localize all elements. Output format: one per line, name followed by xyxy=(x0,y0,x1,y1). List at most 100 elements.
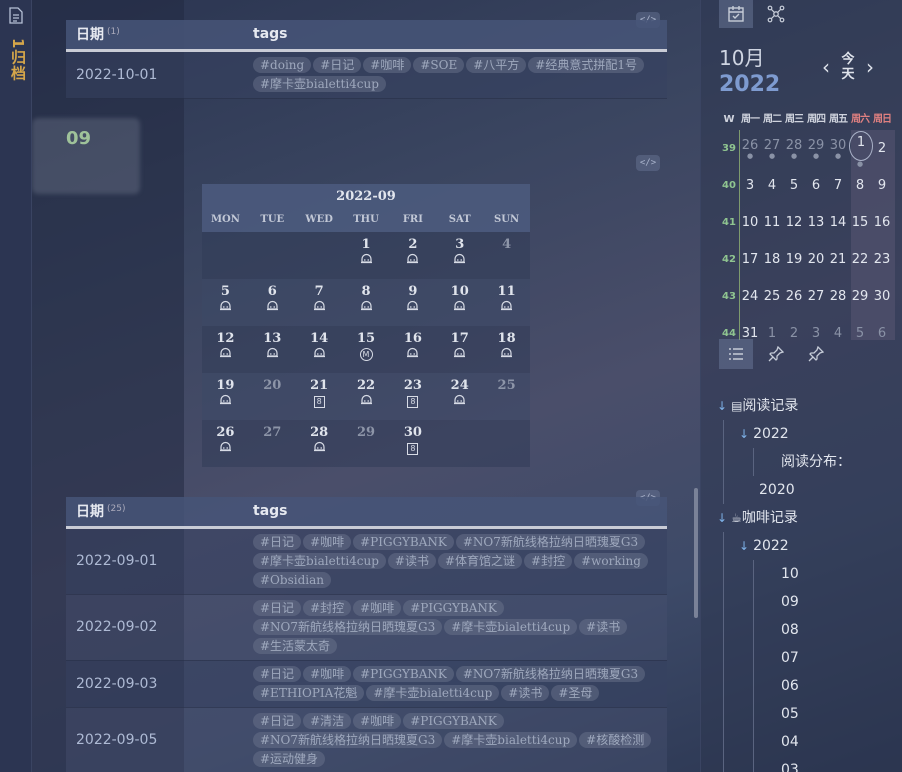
tree-item-month[interactable]: 10 xyxy=(717,560,902,588)
calendar-day[interactable]: 15 M xyxy=(343,326,390,373)
calendar-day[interactable]: 15 xyxy=(849,215,871,230)
main-scrollbar[interactable] xyxy=(694,488,698,618)
tag-pill[interactable]: #八平方 xyxy=(466,56,527,73)
calendar-day[interactable]: 4 xyxy=(761,178,783,193)
date-column-header[interactable]: 日期 (1) xyxy=(66,20,243,52)
calendar-day[interactable]: 21 xyxy=(827,252,849,267)
calendar-day[interactable]: 13 xyxy=(805,215,827,230)
calendar-day[interactable]: 23 xyxy=(871,252,893,267)
calendar-day[interactable]: 29 ● xyxy=(805,138,827,160)
calendar-day[interactable]: 25 xyxy=(761,289,783,304)
tag-pill[interactable]: #PIGGYBANK xyxy=(403,712,504,729)
tag-pill[interactable]: #咖啡 xyxy=(303,665,352,682)
date-cell[interactable]: 2022-09-02 xyxy=(66,594,243,661)
calendar-day[interactable]: 4 xyxy=(483,232,530,279)
calendar-day[interactable]: 11 xyxy=(483,279,530,326)
calendar-day[interactable]: 14 xyxy=(296,326,343,373)
calendar-day[interactable]: 24 xyxy=(436,373,483,420)
calendar-day[interactable]: 28 ● xyxy=(783,138,805,160)
calendar-day[interactable]: 17 xyxy=(739,252,761,267)
tag-pill[interactable]: #咖啡 xyxy=(303,533,352,550)
prev-month-button[interactable]: ‹ xyxy=(819,55,833,79)
tag-pill[interactable]: #日记 xyxy=(253,712,302,729)
calendar-day[interactable]: 6 xyxy=(249,279,296,326)
tree-item-coffee-2022[interactable]: ↓ 2022 xyxy=(717,532,902,560)
calendar-day[interactable]: 18 xyxy=(761,252,783,267)
calendar-day[interactable]: 21 8 xyxy=(296,373,343,420)
tag-pill[interactable]: #清洁 xyxy=(303,712,352,729)
calendar-day[interactable]: 27 xyxy=(805,289,827,304)
tag-pill[interactable]: #摩卡壶bialetti4cup xyxy=(444,731,578,748)
calendar-day[interactable]: 29 xyxy=(343,420,390,467)
calendar-day[interactable]: 9 xyxy=(389,279,436,326)
tree-item-reading-distribution[interactable]: 阅读分布： xyxy=(717,448,902,476)
tags-column-header[interactable]: tags xyxy=(243,497,667,529)
calendar-day[interactable]: 8 xyxy=(343,279,390,326)
tag-pill[interactable]: #咖啡 xyxy=(353,712,402,729)
tag-pill[interactable]: #运动健身 xyxy=(253,750,326,767)
file-icon[interactable] xyxy=(9,7,23,24)
graph-view-icon[interactable] xyxy=(759,0,793,28)
tree-item-month[interactable]: 05 xyxy=(717,700,902,728)
tag-pill[interactable]: #经典意式拼配1号 xyxy=(528,56,644,73)
today-button[interactable]: 今天 xyxy=(839,52,857,82)
calendar-day[interactable]: 30 8 xyxy=(389,420,436,467)
tree-item-reading[interactable]: ↓ ▤阅读记录 xyxy=(717,392,902,420)
tree-item-month[interactable]: 04 xyxy=(717,728,902,756)
tag-pill[interactable]: #PIGGYBANK xyxy=(353,665,454,682)
archive-tab-label[interactable]: 1归档 xyxy=(8,38,27,81)
tag-pill[interactable]: #读书 xyxy=(501,684,550,701)
calendar-day[interactable]: 11 xyxy=(761,215,783,230)
tag-pill[interactable]: #NO7新航线格拉纳日晒瑰夏G3 xyxy=(455,665,646,682)
calendar-day[interactable]: 20 xyxy=(249,373,296,420)
calendar-day[interactable]: 27 ● xyxy=(761,138,783,160)
tag-pill[interactable]: #咖啡 xyxy=(363,56,412,73)
tag-pill[interactable]: #封控 xyxy=(303,599,352,616)
tree-item-month[interactable]: 08 xyxy=(717,616,902,644)
tree-item-month[interactable]: 09 xyxy=(717,588,902,616)
tag-pill[interactable]: #Obsidian xyxy=(253,571,331,588)
tag-pill[interactable]: #圣母 xyxy=(551,684,600,701)
next-month-button[interactable]: › xyxy=(863,55,877,79)
calendar-day[interactable]: 12 xyxy=(783,215,805,230)
calendar-day[interactable]: 30 xyxy=(871,289,893,304)
calendar-day[interactable]: 1 xyxy=(343,232,390,279)
calendar-day[interactable]: 28 xyxy=(827,289,849,304)
calendar-day[interactable]: 29 xyxy=(849,289,871,304)
pin-icon[interactable] xyxy=(759,339,793,369)
tag-pill[interactable]: #日记 xyxy=(253,599,302,616)
calendar-day[interactable]: 27 xyxy=(249,420,296,467)
code-block-toggle[interactable]: </> xyxy=(636,155,660,171)
tag-pill[interactable]: #核酸检测 xyxy=(579,731,652,748)
tree-item-month[interactable]: 06 xyxy=(717,672,902,700)
calendar-day[interactable]: 3 xyxy=(739,178,761,193)
calendar-day[interactable]: 10 xyxy=(739,215,761,230)
calendar-day[interactable]: 23 8 xyxy=(389,373,436,420)
tag-pill[interactable]: #咖啡 xyxy=(353,599,402,616)
tag-pill[interactable]: #NO7新航线格拉纳日晒瑰夏G3 xyxy=(253,618,443,635)
tag-pill[interactable]: #摩卡壶bialetti4cup xyxy=(253,552,386,569)
calendar-day[interactable]: 19 xyxy=(783,252,805,267)
calendar-day[interactable]: 24 xyxy=(739,289,761,304)
calendar-day[interactable]: 12 xyxy=(202,326,249,373)
calendar-day[interactable]: 5 xyxy=(783,178,805,193)
tag-pill[interactable]: #摩卡壶bialetti4cup xyxy=(253,75,386,92)
date-cell[interactable]: 2022-10-01 xyxy=(66,50,243,99)
tree-item-reading-2022[interactable]: ↓ 2022 xyxy=(717,420,902,448)
calendar-day[interactable]: 22 xyxy=(343,373,390,420)
tag-pill[interactable]: #体育馆之谜 xyxy=(437,552,523,569)
tag-pill[interactable]: #PIGGYBANK xyxy=(353,533,454,550)
calendar-day[interactable]: 2 xyxy=(871,141,893,156)
week-number[interactable]: 39 xyxy=(719,143,739,154)
calendar-day[interactable]: 9 xyxy=(871,178,893,193)
calendar-day[interactable]: 13 xyxy=(249,326,296,373)
tree-item-reading-2020[interactable]: 2020 xyxy=(717,476,902,504)
calendar-day[interactable]: 5 xyxy=(849,326,871,341)
calendar-day[interactable]: 6 xyxy=(871,326,893,341)
calendar-day[interactable]: 14 xyxy=(827,215,849,230)
outline-icon[interactable] xyxy=(719,339,753,369)
tag-pill[interactable]: #ETHIOPIA花魁 xyxy=(253,684,365,701)
calendar-day[interactable]: 2 xyxy=(389,232,436,279)
calendar-day[interactable]: 17 xyxy=(436,326,483,373)
pin-outline-icon[interactable] xyxy=(799,339,833,369)
